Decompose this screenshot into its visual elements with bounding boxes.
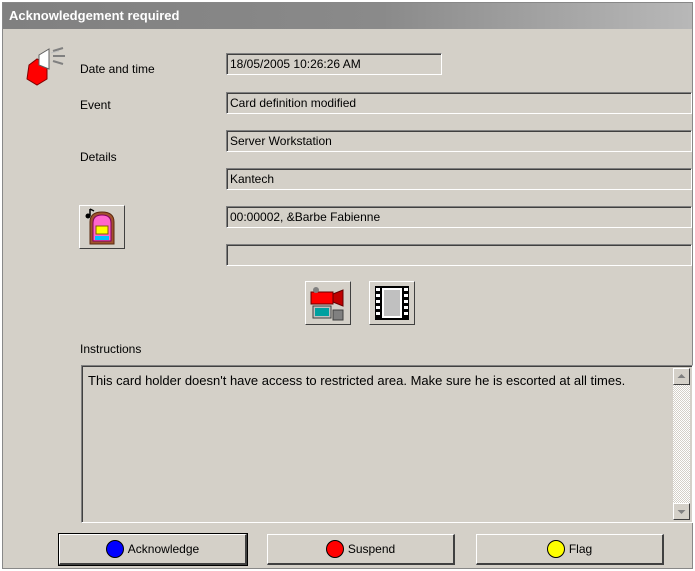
yellow-dot-icon	[546, 540, 565, 558]
acknowledge-label: Acknowledge	[127, 542, 200, 556]
card-holder-field[interactable]: 00:00002, &Barbe Fabienne	[226, 206, 692, 228]
acknowledgement-window: Acknowledgement required Date and time 1…	[2, 2, 693, 569]
red-dot-icon	[325, 540, 344, 558]
title-bar: Acknowledgement required	[3, 3, 692, 29]
flag-button[interactable]: Flag	[476, 534, 664, 565]
extra-field[interactable]	[226, 244, 692, 266]
suspend-button[interactable]: Suspend	[267, 534, 455, 565]
instructions-label: Instructions	[80, 342, 142, 356]
details-label: Details	[80, 150, 117, 164]
flag-label: Flag	[568, 542, 593, 556]
instructions-text: This card holder doesn't have access to …	[88, 373, 626, 388]
video-camera-icon	[309, 284, 347, 325]
event-label: Event	[80, 98, 111, 112]
jukebox-sound-icon	[83, 208, 121, 249]
arrow-up-icon	[677, 374, 686, 378]
arrow-down-icon	[677, 510, 686, 514]
alarm-siren-icon	[23, 45, 71, 93]
scroll-up-button[interactable]	[673, 368, 690, 385]
details-field-2[interactable]: Kantech	[226, 168, 692, 190]
video-button[interactable]	[305, 281, 351, 325]
instructions-textarea[interactable]: This card holder doesn't have access to …	[81, 365, 693, 523]
date-time-field[interactable]: 18/05/2005 10:26:26 AM	[226, 53, 442, 75]
film-button[interactable]	[369, 281, 415, 325]
date-time-label: Date and time	[80, 62, 155, 76]
scroll-down-button[interactable]	[673, 503, 690, 520]
acknowledge-button[interactable]: Acknowledge	[58, 533, 248, 566]
sound-button[interactable]	[79, 205, 125, 249]
event-field[interactable]: Card definition modified	[226, 92, 692, 114]
suspend-label: Suspend	[347, 542, 396, 556]
instructions-scrollbar[interactable]	[673, 368, 690, 520]
window-title: Acknowledgement required	[9, 8, 180, 23]
details-field-1[interactable]: Server Workstation	[226, 130, 692, 152]
film-strip-icon	[373, 284, 411, 325]
blue-dot-icon	[105, 540, 124, 558]
